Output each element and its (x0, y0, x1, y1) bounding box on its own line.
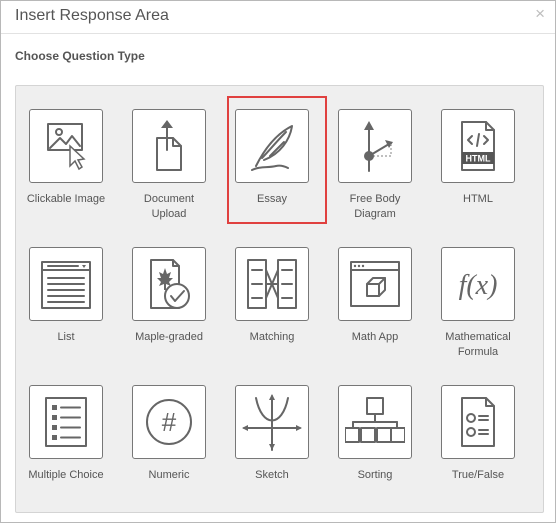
matching-columns-icon (247, 259, 297, 309)
tile-html[interactable]: HTML HTML (435, 109, 521, 217)
tile-label: Multiple Choice (28, 469, 104, 481)
dialog-title: Insert Response Area (15, 7, 169, 24)
maple-leaf-check-icon (150, 259, 190, 309)
multiple-choice-list-icon (45, 397, 87, 447)
tile-math-app[interactable]: Math App (332, 247, 418, 355)
clickable-image-icon (47, 123, 86, 171)
tile-maple-graded[interactable]: Maple-graded (126, 247, 212, 355)
tile-label: Mathematical Formula (445, 331, 511, 358)
tile-label: Sketch (255, 469, 289, 481)
hash-circle-icon: # (146, 399, 192, 445)
tile-true-false[interactable]: True/False (435, 385, 521, 493)
tile-list[interactable]: List (23, 247, 109, 355)
quill-feather-icon (251, 125, 293, 171)
tile-label: Numeric (148, 469, 190, 481)
tile-label: Clickable Image (26, 193, 106, 205)
tile-free-body-diagram[interactable]: Free Body Diagram (332, 109, 418, 220)
question-type-grid: Clickable Image Document Upload Essay Fr… (15, 85, 544, 513)
true-false-icon (461, 397, 495, 447)
tile-label: Sorting (357, 469, 393, 481)
tile-label: Free Body Diagram (349, 193, 401, 220)
tile-label: HTML (463, 193, 493, 205)
tile-label: Document Upload (143, 193, 195, 220)
tile-matching[interactable]: Matching (229, 247, 315, 355)
tile-mathematical-formula[interactable]: f(x) Mathematical Formula (435, 247, 521, 358)
tile-label: Essay (257, 193, 287, 205)
svg-text:HTML: HTML (466, 154, 491, 164)
sorting-tree-icon (345, 397, 405, 443)
html-file-icon: HTML (461, 121, 495, 171)
tile-essay[interactable]: Essay (227, 96, 327, 224)
tile-label: Math App (351, 331, 399, 343)
tile-label: True/False (451, 469, 505, 481)
tile-clickable-image[interactable]: Clickable Image (23, 109, 109, 217)
tile-sketch[interactable]: Sketch (229, 385, 315, 493)
tile-label: List (57, 331, 75, 343)
svg-text:#: # (162, 407, 177, 437)
math-app-window-icon (350, 261, 400, 307)
section-heading: Choose Question Type (15, 49, 145, 63)
dialog-titlebar: Insert Response Area × (1, 1, 555, 34)
tile-sorting[interactable]: Sorting (332, 385, 418, 493)
insert-response-area-dialog: Insert Response Area × Choose Question T… (0, 0, 556, 523)
tile-label: Matching (249, 331, 295, 343)
fx-formula-icon: f(x) (459, 270, 498, 301)
list-dropdown-icon (41, 261, 91, 309)
close-icon[interactable]: × (535, 4, 545, 24)
sketch-graph-icon (242, 394, 302, 451)
tile-multiple-choice[interactable]: Multiple Choice (23, 385, 109, 493)
tile-numeric[interactable]: # Numeric (126, 385, 212, 493)
svg-text:f(x): f(x) (459, 270, 498, 301)
free-body-diagram-icon (364, 121, 393, 172)
tile-document-upload[interactable]: Document Upload (126, 109, 212, 220)
document-upload-icon (156, 120, 182, 171)
tile-label: Maple-graded (135, 331, 203, 343)
